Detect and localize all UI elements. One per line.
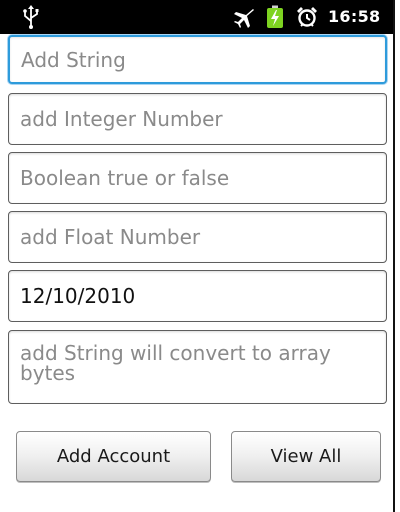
integer-number-input[interactable] bbox=[8, 93, 387, 145]
bytes-string-input[interactable] bbox=[8, 330, 387, 404]
add-account-button[interactable]: Add Account bbox=[16, 431, 211, 482]
airplane-mode-icon bbox=[234, 9, 254, 28]
boolean-input[interactable] bbox=[8, 152, 387, 204]
alarm-icon bbox=[297, 7, 317, 27]
date-input[interactable] bbox=[8, 270, 387, 322]
battery-charging-icon bbox=[267, 5, 283, 28]
screen-edge-divider bbox=[393, 0, 395, 512]
status-bar: 16:58 bbox=[0, 0, 393, 34]
add-string-input[interactable] bbox=[8, 35, 387, 84]
float-number-input[interactable] bbox=[8, 211, 387, 263]
view-all-button[interactable]: View All bbox=[231, 431, 381, 482]
usb-icon bbox=[23, 5, 39, 29]
status-time: 16:58 bbox=[328, 7, 381, 26]
view-all-label: View All bbox=[270, 446, 342, 467]
app-screen: 16:58 Add Account View All bbox=[0, 0, 400, 512]
add-account-label: Add Account bbox=[56, 446, 171, 467]
